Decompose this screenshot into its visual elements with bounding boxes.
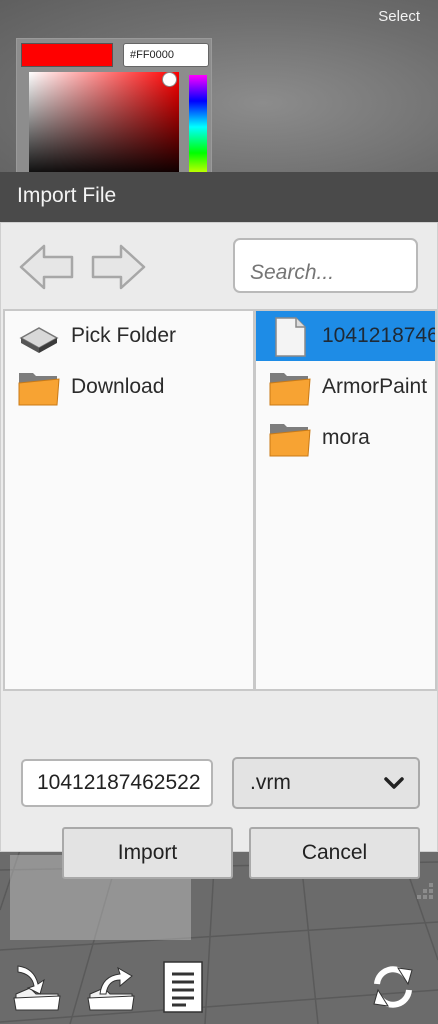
file-type-select[interactable]: .vrm [232, 757, 420, 809]
file-item-selected[interactable]: 10412187462522 [256, 311, 435, 361]
saturation-value-field[interactable] [29, 72, 179, 179]
dialog-title: Import File [0, 172, 438, 222]
search-input[interactable] [233, 238, 418, 293]
file-icon [275, 317, 306, 357]
file-type-value: .vrm [250, 771, 291, 794]
location-item-pick-folder[interactable]: Pick Folder [5, 311, 253, 361]
location-item-download[interactable]: Download [5, 362, 253, 412]
back-arrow-icon[interactable] [18, 241, 76, 293]
drive-icon [19, 327, 59, 353]
cancel-button[interactable]: Cancel [249, 827, 420, 879]
color-swatch[interactable] [21, 43, 113, 67]
files-pane[interactable]: 10412187462522 ArmorPaint mora [254, 309, 437, 691]
dialog-body: Pick Folder Download 10412187462522 [0, 222, 438, 899]
filename-input[interactable]: 10412187462522 [21, 759, 213, 807]
hex-input[interactable]: #FF0000 [123, 43, 209, 67]
file-item-mora[interactable]: mora [256, 413, 435, 463]
location-label: Download [71, 375, 165, 398]
forward-arrow-icon[interactable] [89, 241, 147, 293]
document-icon[interactable] [160, 960, 210, 1014]
file-label: mora [322, 426, 370, 449]
color-picker: #FF0000 [16, 38, 212, 179]
hue-slider[interactable] [189, 75, 207, 179]
refresh-icon[interactable] [368, 960, 418, 1014]
file-label: ArmorPaint [322, 375, 428, 398]
location-label: Pick Folder [71, 324, 177, 347]
file-item-armorpaint[interactable]: ArmorPaint [256, 362, 435, 412]
select-button[interactable]: Select [378, 8, 420, 25]
locations-pane[interactable]: Pick Folder Download [3, 309, 255, 691]
file-label: 10412187462522 [322, 324, 437, 347]
export-icon[interactable] [86, 960, 136, 1014]
folder-icon [269, 373, 311, 406]
color-picker-knob[interactable] [162, 72, 177, 87]
folder-icon [18, 373, 60, 406]
resize-grip-icon[interactable] [413, 881, 435, 903]
import-button[interactable]: Import [62, 827, 233, 879]
chevron-down-icon [384, 777, 404, 789]
folder-icon [269, 424, 311, 457]
import-file-dialog: Import File Pick Folder [0, 172, 438, 899]
import-icon[interactable] [12, 960, 62, 1014]
